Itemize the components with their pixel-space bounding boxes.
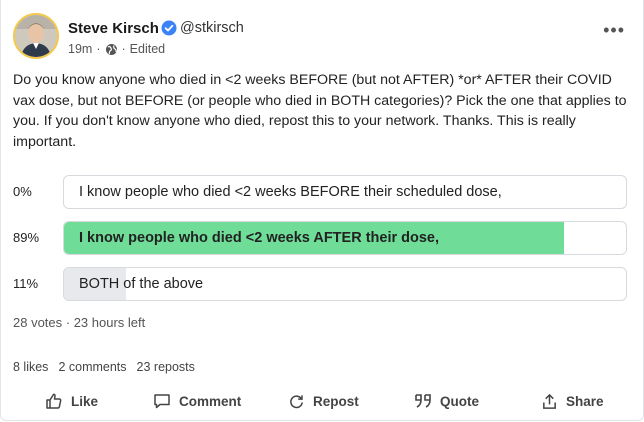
- speech-bubble-icon: [154, 394, 170, 409]
- poll-option-label: I know people who died <2 weeks BEFORE t…: [79, 184, 502, 200]
- meta-separator: ·: [121, 42, 126, 56]
- poll-option-row[interactable]: 0% I know people who died <2 weeks BEFOR…: [13, 175, 627, 209]
- share-button[interactable]: Share: [541, 390, 604, 412]
- comment-label: Comment: [179, 393, 242, 409]
- like-button[interactable]: Like: [45, 390, 98, 412]
- poll-option-percent: 0%: [13, 184, 32, 199]
- author-avatar[interactable]: [13, 13, 59, 59]
- poll-option-label: BOTH of the above: [79, 276, 204, 292]
- post-body: Do you know anyone who died in <2 weeks …: [13, 72, 627, 150]
- repost-button[interactable]: Repost: [288, 390, 359, 412]
- likes-count[interactable]: 8 likes: [13, 360, 48, 374]
- share-label: Share: [566, 393, 604, 409]
- share-icon: [543, 393, 556, 409]
- poll-option-percent: 89%: [13, 230, 40, 245]
- poll-option-percent: 11%: [13, 276, 39, 291]
- author-name[interactable]: Steve Kirsch: [68, 20, 159, 37]
- quote-button[interactable]: Quote: [414, 390, 479, 412]
- post-meta: 19m · · Edited: [68, 42, 165, 56]
- post-time: 19m: [68, 42, 93, 56]
- edited-label: Edited: [129, 42, 166, 56]
- poll-votes-summary: 28 votes · 23 hours left: [13, 315, 146, 330]
- poll-option[interactable]: BOTH of the above: [63, 267, 627, 301]
- author-handle[interactable]: @stkirsch: [180, 20, 244, 36]
- poll-option[interactable]: I know people who died <2 weeks AFTER th…: [63, 221, 627, 255]
- poll-option-row[interactable]: 11% BOTH of the above: [13, 267, 627, 301]
- poll-option-row[interactable]: 89% I know people who died <2 weeks AFTE…: [13, 221, 627, 255]
- globe-icon: [105, 43, 117, 55]
- like-label: Like: [71, 393, 99, 409]
- verified-badge-icon: [161, 20, 177, 36]
- comments-count[interactable]: 2 comments: [58, 360, 126, 374]
- meta-separator: ·: [96, 42, 101, 56]
- comment-button[interactable]: Comment: [153, 390, 241, 412]
- action-bar: Like Comment Repost Quote Share: [1, 390, 643, 414]
- quote-label: Quote: [440, 393, 479, 409]
- thumbs-up-icon: [46, 393, 62, 409]
- repost-label: Repost: [313, 393, 359, 409]
- poll-option[interactable]: I know people who died <2 weeks BEFORE t…: [63, 175, 627, 209]
- quote-icon: [415, 394, 431, 408]
- more-options-icon[interactable]: •••: [603, 20, 625, 41]
- post-card: Steve Kirsch @stkirsch 19m · · Edited ••…: [0, 0, 644, 421]
- repost-icon: [290, 394, 303, 408]
- reposts-count[interactable]: 23 reposts: [137, 360, 195, 374]
- social-counts: 8 likes 2 comments 23 reposts: [13, 360, 195, 374]
- poll-option-label: I know people who died <2 weeks AFTER th…: [79, 230, 440, 246]
